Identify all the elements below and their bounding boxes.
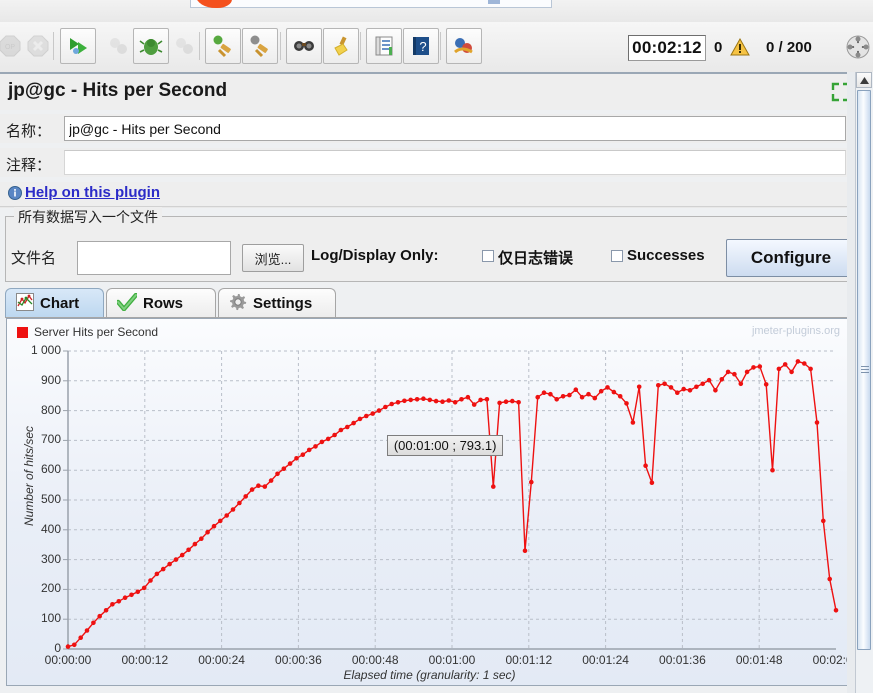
- y-tick: 900: [40, 372, 61, 387]
- start-icon[interactable]: [60, 28, 96, 64]
- svg-text:?: ?: [419, 39, 426, 54]
- remote-stop-icon[interactable]: [166, 28, 202, 64]
- filename-input[interactable]: [77, 241, 231, 275]
- legend-label: Server Hits per Second: [34, 325, 159, 339]
- browse-button[interactable]: 浏览...: [242, 244, 304, 272]
- y-tick: 100: [40, 611, 61, 626]
- successes-checkbox[interactable]: [611, 250, 623, 262]
- undo-icon[interactable]: [446, 28, 482, 64]
- info-icon: [8, 186, 22, 200]
- x-tick: 00:00:12: [121, 653, 169, 667]
- function-helper-icon[interactable]: [366, 28, 402, 64]
- chart-icon: [16, 292, 34, 315]
- elapsed-timer: 00:02:12: [628, 35, 706, 61]
- y-tick: 1 000: [30, 343, 61, 357]
- log-display-only-label: Log/Display Only:: [311, 247, 439, 264]
- scrollbar-thumb[interactable]: [857, 90, 871, 650]
- tab-settings[interactable]: Settings: [218, 288, 336, 318]
- help-on-this-plugin-link[interactable]: Help on this plugin: [25, 184, 160, 201]
- x-tick: 00:02:01: [812, 653, 850, 667]
- y-tick: 200: [40, 581, 61, 596]
- help-icon[interactable]: ?: [403, 28, 439, 64]
- y-tick: 700: [40, 432, 61, 447]
- x-tick: 00:00:36: [275, 653, 322, 667]
- x-tick: 00:00:00: [44, 653, 92, 667]
- checkmark-icon: [115, 292, 139, 315]
- x-tick: 00:01:00: [428, 653, 476, 667]
- y-tick: 500: [40, 492, 61, 506]
- chart-panel[interactable]: Server Hits per Second jmeter-plugins.or…: [6, 318, 851, 686]
- group-title: 所有数据写入一个文件: [14, 207, 162, 227]
- write-all-data-group: 所有数据写入一个文件 文件名 浏览... Log/Display Only: 仅…: [5, 207, 860, 282]
- tab-settings-label: Settings: [253, 295, 313, 312]
- filename-label: 文件名: [11, 250, 57, 267]
- help-row: Help on this plugin: [0, 182, 873, 206]
- name-row: 名称：: [0, 114, 873, 143]
- successes-label: Successes: [627, 247, 705, 264]
- x-tick: 00:01:24: [582, 653, 629, 667]
- y-tick: 800: [40, 402, 61, 417]
- main-toolbar: OP ? 00:02:12 0 0 / 200: [0, 22, 873, 74]
- legend-swatch: [17, 326, 28, 338]
- jmeter-window: OP ? 00:02:12 0 0 / 200 jp@gc - Hits per…: [0, 0, 873, 693]
- x-tick: 00:01:48: [735, 653, 783, 667]
- vertical-scrollbar[interactable]: [855, 72, 873, 693]
- page-title: jp@gc - Hits per Second: [8, 80, 228, 101]
- x-axis-label: Elapsed time (granularity: 1 sec): [343, 668, 516, 682]
- configure-button[interactable]: Configure: [726, 239, 856, 277]
- x-tick: 00:00:48: [351, 653, 399, 667]
- expand-icon[interactable]: [845, 34, 871, 60]
- scrollbar-grip-icon: [861, 366, 869, 374]
- errors-only-label: 仅日志错误: [498, 250, 574, 267]
- thread-count: 0 / 200: [766, 39, 812, 56]
- warning-icon[interactable]: [730, 37, 750, 56]
- chart-legend: Server Hits per Second: [17, 325, 158, 339]
- start-no-pauses-icon[interactable]: [100, 28, 136, 64]
- name-label: 名称：: [6, 123, 52, 140]
- comment-row: 注释：: [0, 148, 873, 177]
- tab-rows-label: Rows: [143, 295, 184, 312]
- background-window-sliver: [0, 0, 873, 22]
- errors-only-checkbox[interactable]: [482, 250, 494, 262]
- chart-plot: [63, 350, 839, 650]
- watermark: jmeter-plugins.org: [751, 325, 840, 337]
- name-input[interactable]: [64, 116, 846, 141]
- tab-chart[interactable]: Chart: [5, 288, 104, 318]
- tab-chart-label: Chart: [40, 295, 80, 312]
- clear-icon[interactable]: [205, 28, 241, 64]
- y-tick: 300: [40, 551, 61, 566]
- x-tick: 00:00:24: [198, 653, 245, 667]
- comment-label: 注释：: [6, 157, 52, 174]
- svg-text:OP: OP: [5, 44, 15, 51]
- search-icon[interactable]: [286, 28, 322, 64]
- chart-tooltip: (00:01:00 ; 793.1): [386, 434, 504, 456]
- y-tick: 600: [40, 462, 61, 477]
- tab-rows[interactable]: Rows: [106, 288, 216, 318]
- reset-search-icon[interactable]: [323, 28, 359, 64]
- clear-all-icon[interactable]: [242, 28, 278, 64]
- scroll-up-arrow-icon[interactable]: [856, 72, 872, 88]
- comment-input[interactable]: [64, 150, 846, 175]
- x-tick: 00:01:12: [505, 653, 553, 667]
- background-widget: [488, 0, 500, 4]
- tab-strip: Chart Rows Settings: [5, 288, 857, 318]
- remote-start-icon[interactable]: [133, 28, 169, 64]
- x-tick: 00:01:36: [659, 653, 706, 667]
- gear-icon: [229, 293, 247, 315]
- shutdown-icon[interactable]: [20, 28, 56, 64]
- warning-count: 0: [714, 39, 723, 56]
- y-tick: 400: [40, 521, 61, 536]
- panel-header: jp@gc - Hits per Second: [0, 74, 873, 110]
